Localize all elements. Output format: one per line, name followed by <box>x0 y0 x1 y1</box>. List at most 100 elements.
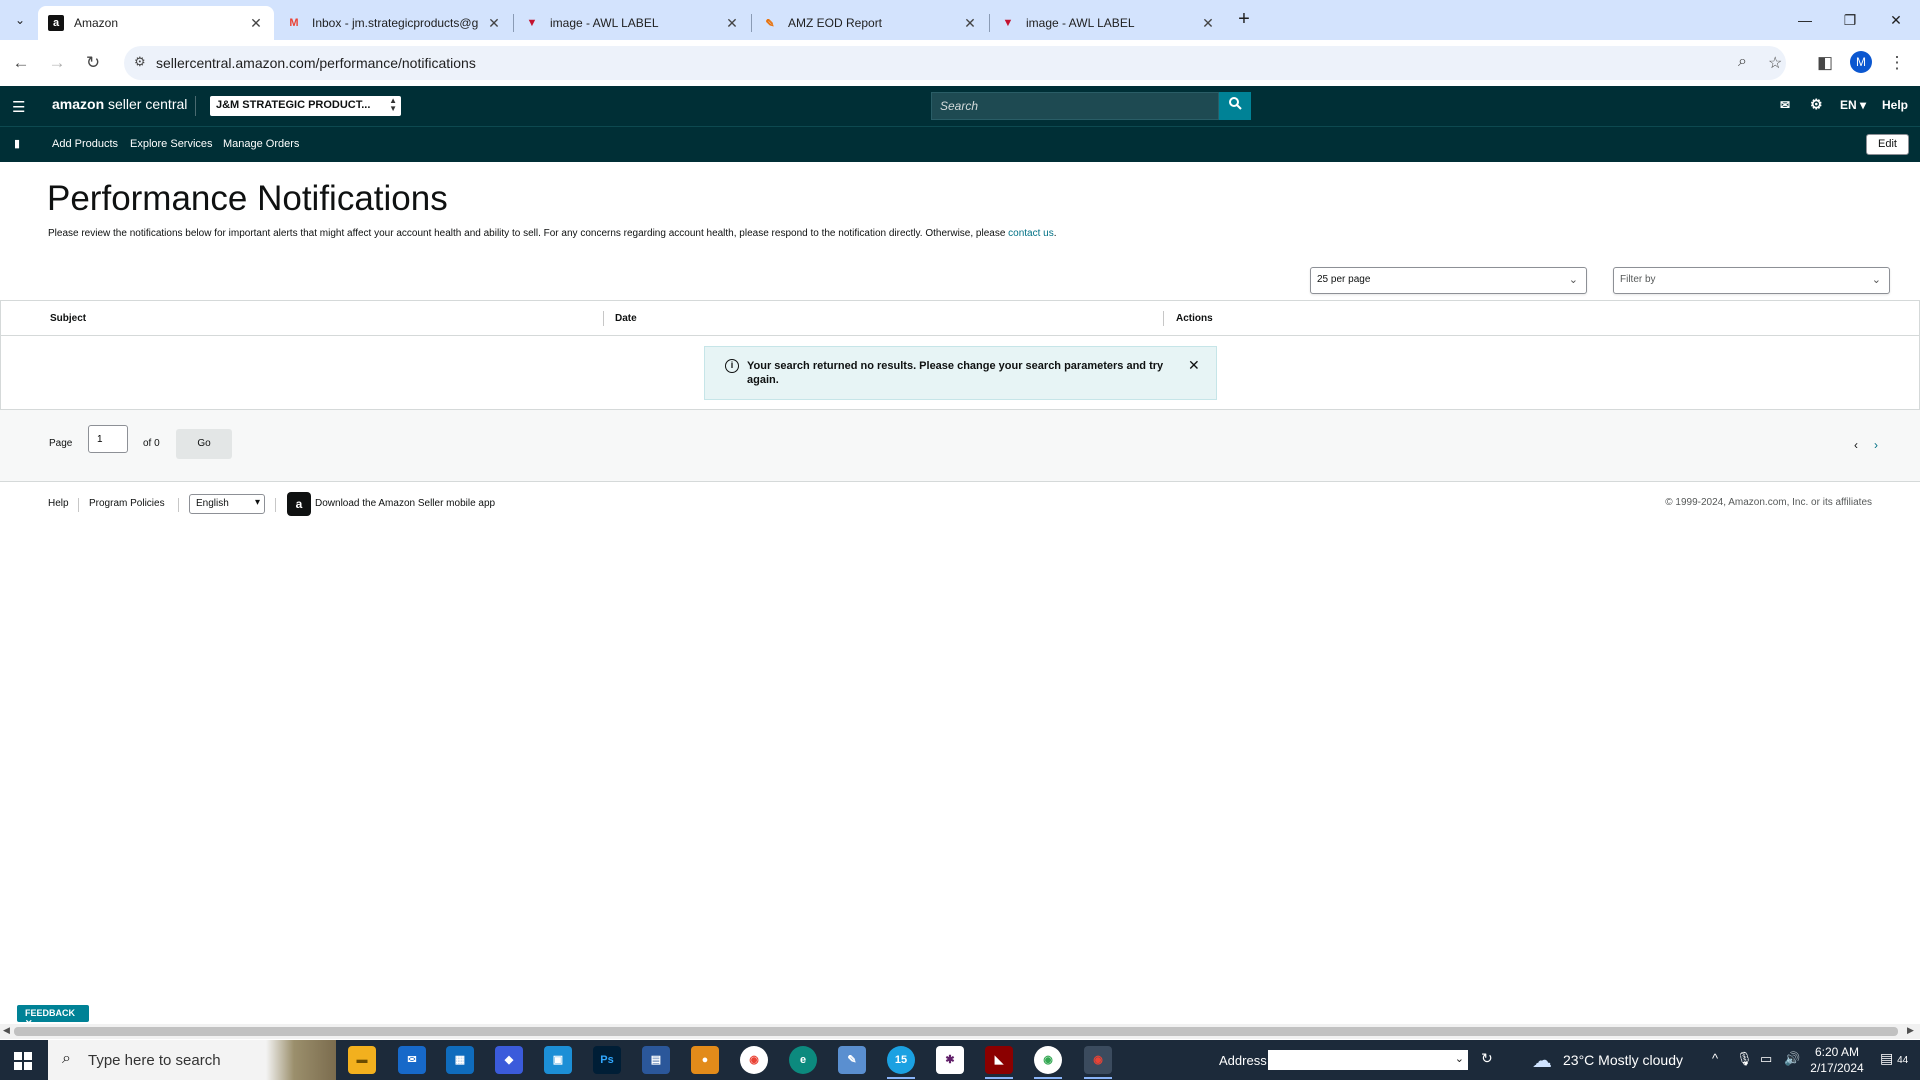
back-arrow-icon[interactable]: ← <box>8 50 34 76</box>
browser-tab-awl-label-2[interactable]: ▼ image - AWL LABEL ✕ <box>990 6 1226 40</box>
previous-page-icon[interactable]: ‹ <box>1854 438 1858 452</box>
filter-by-select[interactable]: Filter by ⌄ <box>1613 267 1890 294</box>
hamburger-menu-icon[interactable]: ☰ <box>12 98 25 116</box>
program-policies-link[interactable]: Program Policies <box>89 498 165 509</box>
mail-app-icon[interactable]: ✉ <box>398 1046 426 1074</box>
show-hidden-icons-chevron-icon[interactable]: ^ <box>1712 1051 1718 1066</box>
nav-link-manage-orders[interactable]: Manage Orders <box>223 138 299 150</box>
slack-icon[interactable]: ✱ <box>936 1046 964 1074</box>
logo-divider <box>195 96 196 116</box>
close-tab-icon[interactable]: ✕ <box>1200 15 1216 32</box>
search-icon: ⌕ <box>62 1050 71 1067</box>
page-number-input[interactable] <box>88 425 128 453</box>
dota-icon[interactable]: ◣ <box>985 1046 1013 1074</box>
network-icon[interactable]: ▭ <box>1760 1051 1772 1067</box>
account-switcher[interactable]: J&M STRATEGIC PRODUCT... ▲ ▼ <box>210 96 401 116</box>
column-header-date[interactable]: Date <box>615 313 637 324</box>
new-tab-plus-icon[interactable]: + <box>1232 8 1256 32</box>
side-panel-icon[interactable]: ◧ <box>1812 50 1838 76</box>
browser-menu-icon[interactable]: ⋮ <box>1884 50 1910 76</box>
file-explorer-icon[interactable]: ▬ <box>348 1046 376 1074</box>
close-tab-icon[interactable]: ✕ <box>724 15 740 32</box>
close-tab-icon[interactable]: ✕ <box>486 15 502 32</box>
nav-link-explore-services[interactable]: Explore Services <box>130 138 213 150</box>
profile-avatar[interactable]: M <box>1850 51 1872 73</box>
telegram-icon[interactable]: 15 <box>887 1046 915 1074</box>
search-field[interactable] <box>931 92 1219 120</box>
seller-central-logo[interactable]: amazon seller central <box>52 96 187 112</box>
chrome-active-icon[interactable]: ◉ <box>1084 1046 1112 1074</box>
restore-window-icon[interactable]: ❐ <box>1838 8 1862 32</box>
system-clock[interactable]: 6:20 AM 2/17/2024 <box>1808 1044 1866 1076</box>
chrome-icon[interactable]: ◉ <box>740 1046 768 1074</box>
page-label: Page <box>49 438 73 449</box>
microphone-icon[interactable]: 🎙 <box>1736 1051 1753 1067</box>
search-highlight-image <box>266 1040 336 1080</box>
search-input[interactable] <box>932 93 1218 119</box>
volume-icon[interactable]: 🔊 <box>1784 1051 1800 1067</box>
footer-divider <box>78 498 79 512</box>
mail-icon[interactable]: ✉ <box>1780 98 1790 112</box>
column-divider <box>1163 311 1164 326</box>
minimize-window-icon[interactable]: — <box>1793 8 1817 32</box>
scrollbar-thumb[interactable] <box>14 1027 1898 1036</box>
go-button[interactable]: Go <box>176 429 232 459</box>
browser-tab-awl-label-1[interactable]: ▼ image - AWL LABEL ✕ <box>514 6 750 40</box>
settings-gear-icon[interactable]: ⚙ <box>1810 96 1823 113</box>
chrome-profile-icon[interactable]: ◉ <box>1034 1046 1062 1074</box>
language-selector[interactable]: EN ▾ <box>1840 98 1866 112</box>
no-results-alert: i Your search returned no results. Pleas… <box>704 346 1217 400</box>
address-toolbar-input[interactable]: ⌄ <box>1268 1050 1468 1070</box>
scroll-left-icon[interactable]: ◀ <box>3 1025 10 1036</box>
bookmark-star-icon[interactable]: ☆ <box>1768 53 1782 73</box>
browser-tab-eod-report[interactable]: ✎ AMZ EOD Report ✕ <box>752 6 988 40</box>
reload-icon[interactable]: ↻ <box>80 50 106 76</box>
seller-app-icon[interactable]: a <box>287 492 311 516</box>
info-icon: i <box>725 359 739 373</box>
horizontal-scrollbar[interactable]: ◀ ▶ <box>0 1024 1920 1039</box>
store-icon[interactable]: ▦ <box>446 1046 474 1074</box>
photoshop-icon[interactable]: Ps <box>593 1046 621 1074</box>
feedback-button[interactable]: FEEDBACK ✕ <box>17 1005 89 1028</box>
contact-us-link[interactable]: contact us <box>1008 228 1054 239</box>
browser-tab-gmail[interactable]: M Inbox - jm.strategicproducts@g ✕ <box>276 6 512 40</box>
refresh-icon[interactable]: ↻ <box>1481 1050 1493 1067</box>
notifications-icon[interactable]: ▤ 44 <box>1880 1050 1908 1067</box>
close-window-icon[interactable]: ✕ <box>1884 8 1908 32</box>
edge-icon[interactable]: e <box>789 1046 817 1074</box>
taskbar-search-box[interactable]: ⌕ Type here to search <box>48 1040 336 1080</box>
clock-time: 6:20 AM <box>1814 1045 1860 1059</box>
next-page-icon[interactable]: › <box>1874 438 1878 452</box>
weather-text[interactable]: 23°C Mostly cloudy <box>1563 1052 1683 1068</box>
download-app-link[interactable]: Download the Amazon Seller mobile app <box>315 498 495 509</box>
scroll-right-icon[interactable]: ▶ <box>1907 1025 1914 1036</box>
close-tab-icon[interactable]: ✕ <box>248 15 264 32</box>
per-page-select[interactable]: 25 per page ⌄ <box>1310 267 1587 294</box>
footer-language-select[interactable]: English ▾ <box>189 494 265 514</box>
windows-start-icon[interactable] <box>14 1052 32 1070</box>
browser-tab-amazon[interactable]: a Amazon ✕ <box>38 6 274 40</box>
bookmark-icon[interactable]: ▮ <box>14 137 20 150</box>
copilot-icon[interactable]: ◆ <box>495 1046 523 1074</box>
address-bar[interactable]: ⚙ sellercentral.amazon.com/performance/n… <box>124 46 1786 80</box>
chevron-down-icon: ⌄ <box>1871 274 1881 286</box>
site-settings-icon[interactable]: ⚙ <box>134 54 146 70</box>
close-icon[interactable]: ✕ <box>1188 357 1200 374</box>
column-header-subject[interactable]: Subject <box>50 313 86 324</box>
game-icon[interactable]: ● <box>691 1046 719 1074</box>
cloudy-weather-icon[interactable]: ☁ <box>1532 1048 1552 1073</box>
zoom-icon[interactable]: ⌕ <box>1738 53 1747 71</box>
forward-arrow-icon[interactable]: → <box>44 50 70 76</box>
footer-help-link[interactable]: Help <box>48 498 69 509</box>
nav-link-add-products[interactable]: Add Products <box>52 138 118 150</box>
page-count-label: of 0 <box>143 438 160 449</box>
account-name: J&M STRATEGIC PRODUCT... <box>216 99 371 111</box>
outlook-icon[interactable]: ▣ <box>544 1046 572 1074</box>
tab-search-chevron-icon[interactable]: ⌄ <box>8 8 32 32</box>
help-link[interactable]: Help <box>1882 98 1908 112</box>
notepad-icon[interactable]: ✎ <box>838 1046 866 1074</box>
edit-bookmarks-button[interactable]: Edit <box>1866 134 1909 155</box>
close-tab-icon[interactable]: ✕ <box>962 15 978 32</box>
search-button[interactable] <box>1219 92 1251 120</box>
calculator-icon[interactable]: ▤ <box>642 1046 670 1074</box>
